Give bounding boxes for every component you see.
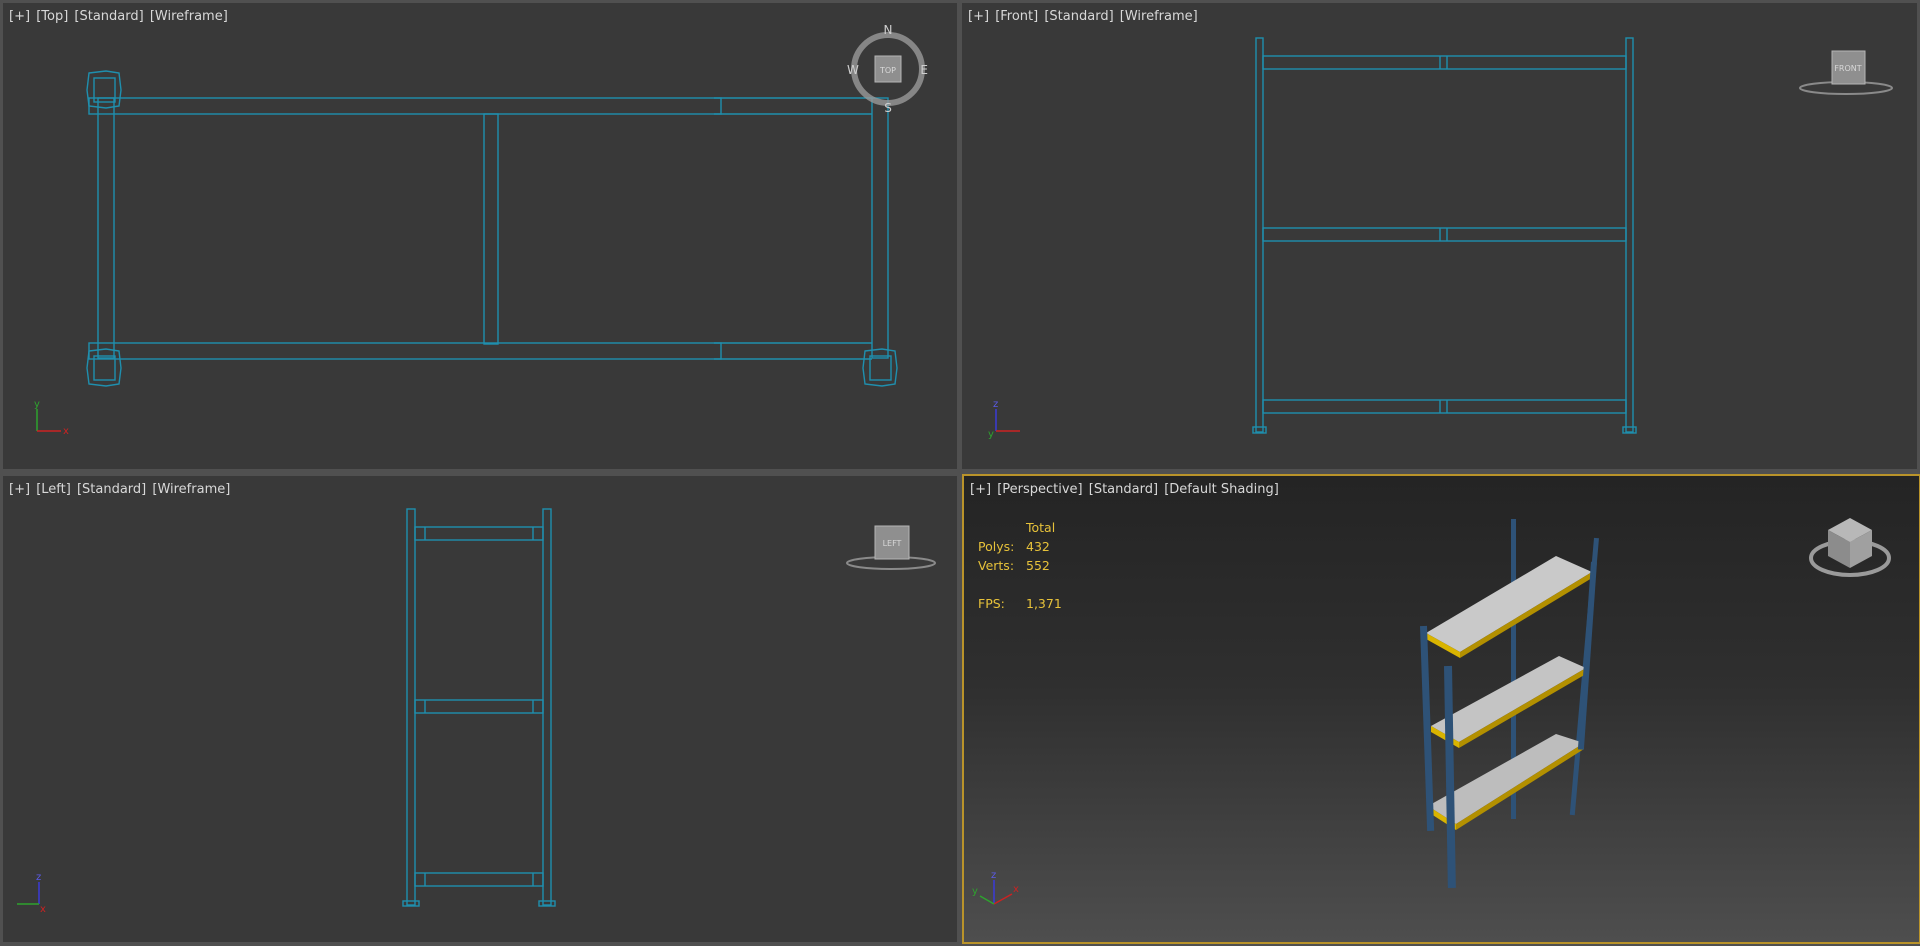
standard-selector[interactable]: [Standard]	[77, 482, 146, 497]
axis-tripod-perspective: z x y	[972, 870, 1019, 905]
axis-label-y: y	[34, 399, 40, 410]
axis-label-y: y	[988, 429, 994, 440]
view-selector[interactable]: [Perspective]	[997, 482, 1082, 497]
axis-label-z: z	[991, 870, 996, 881]
compass-w[interactable]: W	[847, 63, 859, 77]
stats-verts-value: 552	[1026, 558, 1050, 573]
viewport-menu-button[interactable]: [+]	[9, 482, 30, 497]
viewcube-perspective[interactable]	[1806, 512, 1894, 580]
stats-verts-label: Verts:	[978, 558, 1015, 573]
viewport-menu-button[interactable]: [+]	[9, 9, 30, 24]
axis-label-x: x	[1013, 884, 1019, 895]
shading-mode-selector[interactable]: [Default Shading]	[1164, 482, 1279, 497]
compass-n[interactable]: N	[884, 23, 893, 37]
standard-selector[interactable]: [Standard]	[1044, 9, 1113, 24]
top-wireframe	[86, 70, 898, 387]
cube-face-text: TOP	[879, 66, 896, 75]
viewport-menu-button[interactable]: [+]	[970, 482, 991, 497]
viewport-label-perspective: [+] [Perspective] [Standard] [Default Sh…	[970, 482, 1281, 497]
standard-selector[interactable]: [Standard]	[1089, 482, 1158, 497]
view-selector[interactable]: [Left]	[36, 482, 71, 497]
viewcube-left[interactable]: LEFT	[843, 522, 939, 572]
axis-label-x: x	[63, 426, 69, 437]
viewport-label-top: [+] [Top] [Standard] [Wireframe]	[9, 9, 230, 24]
stats-polys-value: 432	[1026, 539, 1050, 554]
axis-tripod-front: z y	[988, 399, 1020, 440]
axis-label-z: z	[993, 399, 998, 410]
shading-mode-selector[interactable]: [Wireframe]	[1120, 9, 1198, 24]
front-wireframe	[1252, 37, 1637, 434]
viewport-label-left: [+] [Left] [Standard] [Wireframe]	[9, 482, 232, 497]
shading-mode-selector[interactable]: [Wireframe]	[152, 482, 230, 497]
viewport-statistics: Total Polys: 432 Verts: 552 FPS: 1,371	[978, 518, 1062, 613]
view-selector[interactable]: [Top]	[36, 9, 68, 24]
axis-label-z: z	[36, 872, 41, 883]
viewport-top[interactable]: [+] [Top] [Standard] [Wireframe] TOP N S…	[3, 3, 957, 469]
axis-tripod-left: z x	[17, 872, 46, 914]
viewport-front[interactable]: [+] [Front] [Standard] [Wireframe] FRONT…	[962, 3, 1917, 469]
cube-face-text: FRONT	[1834, 64, 1861, 73]
stats-header: Total	[1026, 520, 1056, 535]
left-wireframe	[402, 508, 556, 907]
viewport-menu-button[interactable]: [+]	[968, 9, 989, 24]
stats-polys-label: Polys:	[978, 539, 1015, 554]
viewport-perspective[interactable]: [+] [Perspective] [Standard] [Default Sh…	[962, 474, 1920, 944]
compass-e[interactable]: E	[920, 63, 928, 77]
stats-fps-value: 1,371	[1026, 596, 1062, 611]
perspective-shelf-model	[1420, 519, 1599, 889]
axis-label-y: y	[972, 886, 978, 897]
viewcube-top[interactable]: TOP N S E W	[845, 23, 931, 115]
compass-s[interactable]: S	[884, 101, 892, 115]
stats-fps-label: FPS:	[978, 596, 1005, 611]
standard-selector[interactable]: [Standard]	[74, 9, 143, 24]
axis-tripod-top: y x	[34, 399, 69, 437]
view-selector[interactable]: [Front]	[995, 9, 1038, 24]
viewport-left[interactable]: [+] [Left] [Standard] [Wireframe] LEFT z…	[3, 476, 957, 942]
shading-mode-selector[interactable]: [Wireframe]	[150, 9, 228, 24]
cube-face-text: LEFT	[883, 539, 902, 548]
viewcube-front[interactable]: FRONT	[1798, 47, 1894, 97]
axis-label-x: x	[40, 904, 46, 914]
viewport-label-front: [+] [Front] [Standard] [Wireframe]	[968, 9, 1200, 24]
